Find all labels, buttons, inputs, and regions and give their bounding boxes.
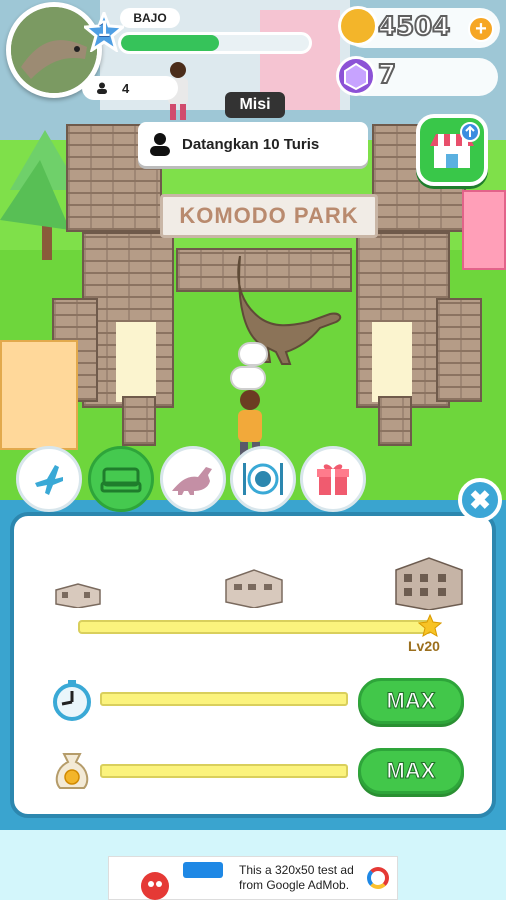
gem-icon xyxy=(336,56,376,96)
gate-left-window xyxy=(116,322,156,402)
visitor-counter: 4 xyxy=(82,76,178,100)
tab-gift-shop[interactable] xyxy=(300,446,366,512)
speed-stat-bar xyxy=(100,692,348,706)
plate-icon xyxy=(243,463,283,495)
food-speech-bubble xyxy=(238,342,268,366)
building-left[interactable] xyxy=(0,340,78,450)
bed-icon xyxy=(100,467,142,493)
close-panel-button[interactable]: ✖ xyxy=(458,478,502,522)
wall-right xyxy=(436,298,482,402)
gift-icon xyxy=(317,464,349,495)
xp-progress-fill xyxy=(121,35,219,51)
add-coins-button[interactable]: + xyxy=(468,16,494,42)
xp-progress-bar xyxy=(118,32,312,54)
person-icon xyxy=(97,82,107,94)
star-icon xyxy=(418,614,442,638)
hotel-stage-2-icon xyxy=(225,569,283,608)
tab-hotel[interactable] xyxy=(88,446,154,512)
game-screen: KOMODO PARK 1 BAJO 4 4504 + 7 Misi Datan… xyxy=(0,0,506,900)
mission-text: Datangkan 10 Turis xyxy=(182,135,320,153)
coin-amount: 4504 xyxy=(377,11,451,43)
stopwatch-icon xyxy=(53,680,91,721)
money-bag-icon xyxy=(55,753,89,789)
ad-banner[interactable]: This a 320x50 test ad from Google AdMob. xyxy=(108,856,398,900)
ad-text: This a 320x50 test ad from Google AdMob. xyxy=(239,863,354,892)
mission-label: Misi xyxy=(225,92,285,118)
building-right[interactable] xyxy=(462,190,506,270)
post-right xyxy=(378,396,412,446)
hotel-max-level: Lv20 xyxy=(408,638,440,654)
post-left xyxy=(122,396,156,446)
coin-icon xyxy=(338,6,378,46)
airplane-icon xyxy=(35,465,63,495)
hotel-level-progress-bar xyxy=(78,620,432,634)
dinosaur-icon xyxy=(172,467,212,495)
mission-panel[interactable]: Datangkan 10 Turis xyxy=(138,122,368,166)
income-max-button[interactable]: MAX xyxy=(358,748,464,794)
gate-right-window xyxy=(372,322,412,402)
admob-logo-icon xyxy=(367,867,389,889)
player-name: BAJO xyxy=(120,8,180,28)
hotel-stage-1-icon xyxy=(55,583,101,608)
gem-amount: 7 xyxy=(377,59,397,91)
park-sign: KOMODO PARK xyxy=(160,194,378,238)
hotel-stage-3-icon xyxy=(395,557,463,610)
tab-restaurant[interactable] xyxy=(230,446,296,512)
gem-shape-icon xyxy=(344,62,368,91)
shop-button[interactable] xyxy=(416,114,488,186)
income-stat-bar xyxy=(100,764,348,778)
tab-animals[interactable] xyxy=(160,446,226,512)
person-icon xyxy=(150,133,170,156)
speed-max-button[interactable]: MAX xyxy=(358,678,464,724)
ad-mascot-icon xyxy=(141,862,223,900)
tab-airport[interactable] xyxy=(16,446,82,512)
visitor-count: 4 xyxy=(122,80,130,96)
shop-icon xyxy=(430,122,480,168)
